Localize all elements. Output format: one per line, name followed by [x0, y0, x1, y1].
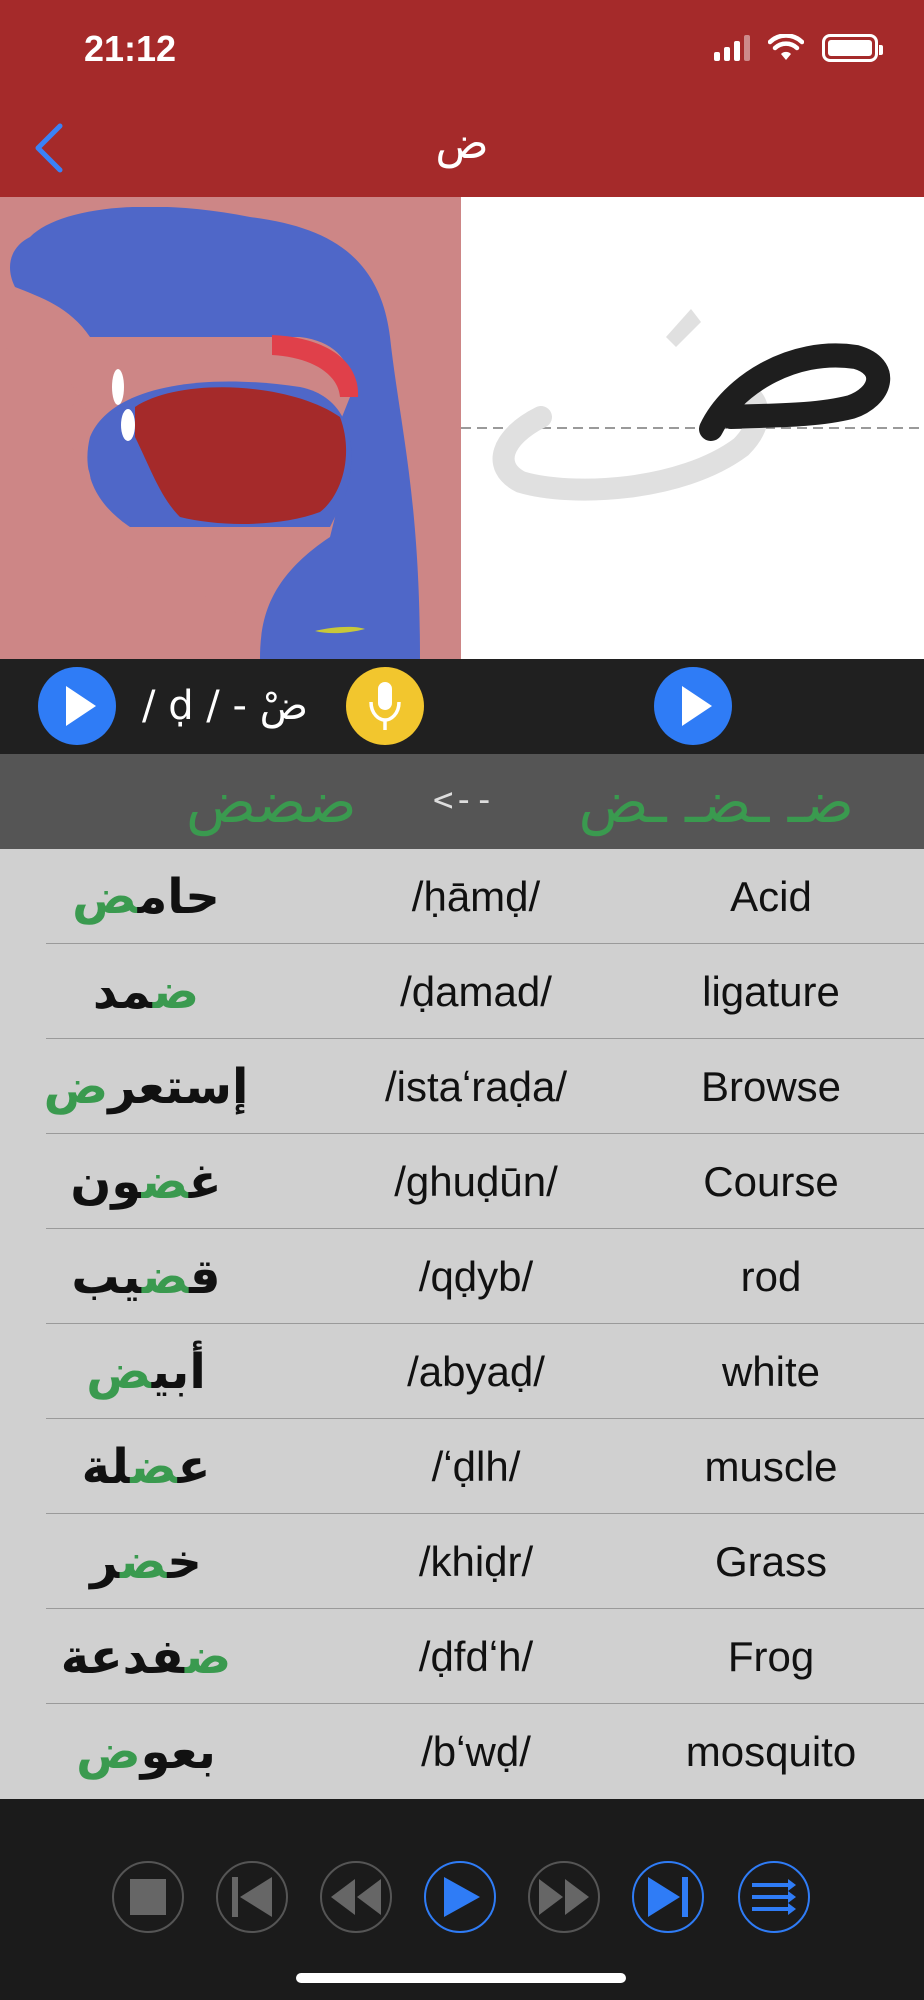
transliteration: /ḍfdʻh/	[418, 1632, 534, 1680]
transliteration: /ghuḍūn/	[394, 1157, 558, 1205]
arabic-word: ضمد	[92, 963, 200, 1020]
stop-button[interactable]	[112, 1861, 184, 1933]
transliteration: /khiḍr/	[418, 1537, 534, 1585]
english-meaning: muscle	[704, 1442, 838, 1490]
status-time: 21:12	[84, 28, 177, 69]
skip-to-end-button[interactable]	[632, 1861, 704, 1933]
illustration-area	[0, 197, 924, 659]
arabic-word: حامض	[72, 868, 220, 925]
arabic-word: غضون	[70, 1153, 222, 1210]
letter-writing-guide	[461, 197, 924, 659]
rewind-button[interactable]	[320, 1861, 392, 1933]
english-meaning: Acid	[730, 872, 812, 920]
transliteration: /bʻwḍ/	[421, 1727, 531, 1775]
play-icon	[66, 686, 96, 726]
play-writing-button[interactable]	[654, 667, 732, 745]
arabic-word: خضر	[90, 1533, 202, 1590]
list-item[interactable]: قضيب /qḍyb/ rod	[46, 1229, 924, 1324]
phoneme-label: / ḍ / - ضْ	[142, 683, 308, 729]
skip-to-start-button[interactable]	[216, 1861, 288, 1933]
list-item[interactable]: ضفدعة /ḍfdʻh/ Frog	[46, 1609, 924, 1704]
list-item[interactable]: ضمد /ḍamad/ ligature	[46, 944, 924, 1039]
word-list: حامض /ḥāmḍ/ Acid ضمد /ḍamad/ ligature إس…	[0, 849, 924, 1799]
english-meaning: rod	[740, 1252, 802, 1300]
transliteration: /ḥāmḍ/	[411, 872, 541, 920]
list-item[interactable]: حامض /ḥāmḍ/ Acid	[46, 849, 924, 944]
english-meaning: mosquito	[685, 1727, 857, 1775]
playback-bar: / ḍ / - ضْ	[0, 659, 924, 754]
fast-forward-button[interactable]	[528, 1861, 600, 1933]
transliteration: /istaʻraḍa/	[384, 1062, 568, 1110]
page-title: ض	[435, 118, 489, 169]
english-meaning: white	[721, 1347, 821, 1395]
skip-to-end-icon	[648, 1877, 688, 1917]
english-meaning: Course	[703, 1157, 839, 1205]
bottom-toolbar	[0, 1799, 924, 2000]
english-meaning: ligature	[702, 967, 840, 1015]
transliteration: /ʻḍlh/	[431, 1442, 521, 1490]
skip-to-start-icon	[232, 1877, 272, 1917]
home-indicator[interactable]	[296, 1973, 626, 1983]
arabic-word: عضلة	[81, 1438, 211, 1495]
english-meaning: Browse	[700, 1062, 842, 1110]
play-icon	[444, 1877, 480, 1917]
transliteration: /abyaḍ/	[407, 1347, 545, 1395]
fast-forward-icon	[539, 1879, 589, 1915]
arabic-word: بعوض	[76, 1723, 216, 1780]
transliteration: /ḍamad/	[400, 967, 552, 1015]
header-bar: 21:12 ض	[0, 0, 924, 197]
play-icon	[682, 686, 712, 726]
play-all-button[interactable]	[424, 1861, 496, 1933]
english-meaning: Frog	[727, 1632, 815, 1680]
battery-icon	[822, 34, 883, 62]
signal-icon	[714, 35, 750, 61]
list-item[interactable]: عضلة /ʻḍlh/ muscle	[46, 1419, 924, 1514]
arabic-word: إستعرض	[43, 1058, 249, 1115]
wifi-icon	[768, 34, 804, 60]
stop-icon	[130, 1879, 166, 1915]
arabic-word: ضفدعة	[60, 1628, 232, 1685]
list-item[interactable]: إستعرض /istaʻraḍa/ Browse	[43, 1039, 924, 1134]
record-button[interactable]	[346, 667, 424, 745]
list-item[interactable]: خضر /khiḍr/ Grass	[46, 1514, 924, 1609]
list-item[interactable]: بعوض /bʻwḍ/ mosquito	[46, 1704, 924, 1799]
playlist-button[interactable]	[738, 1861, 810, 1933]
list-icon	[752, 1879, 796, 1915]
positional-forms: ضـ ـضـ ـض	[578, 768, 854, 836]
list-item[interactable]: غضون /ghuḍūn/ Course	[46, 1134, 924, 1229]
mouth-diagram	[0, 197, 461, 659]
play-sound-button[interactable]	[38, 667, 116, 745]
microphone-icon	[369, 682, 401, 730]
status-icons	[714, 34, 883, 62]
english-meaning: Grass	[714, 1537, 827, 1585]
arabic-word: أبيض	[86, 1343, 206, 1400]
letter-forms-strip: ضضض <-- ضـ ـضـ ـض	[0, 754, 924, 849]
arabic-word: قضيب	[71, 1248, 221, 1305]
forms-arrow: <--	[433, 780, 495, 820]
rewind-icon	[331, 1879, 381, 1915]
joined-form: ضضض	[186, 768, 357, 836]
list-item[interactable]: أبيض /abyaḍ/ white	[46, 1324, 924, 1419]
transliteration: /qḍyb/	[418, 1252, 534, 1300]
